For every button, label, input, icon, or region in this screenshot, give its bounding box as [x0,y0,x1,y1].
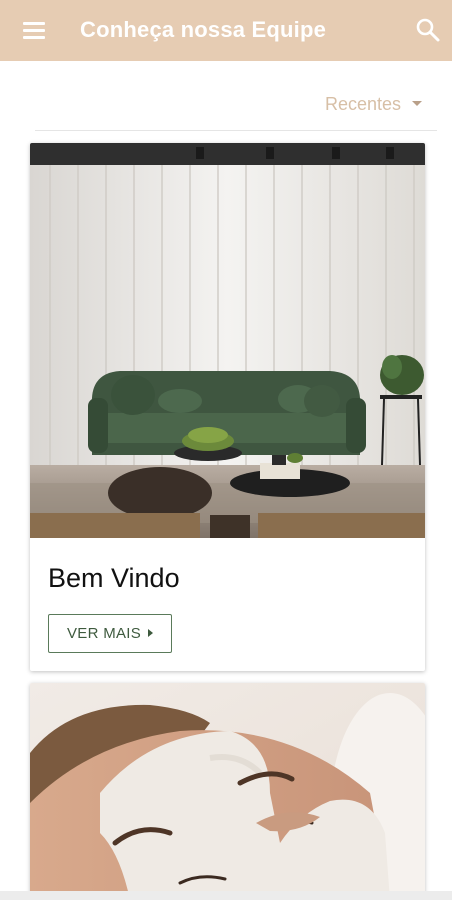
search-button[interactable] [414,16,442,44]
see-more-button[interactable]: VER MAIS [48,614,172,653]
sort-dropdown[interactable]: Recentes [318,93,428,117]
sort-label: Recentes [325,94,402,114]
app-bar: Conheça nossa Equipe [0,0,452,61]
divider [35,130,437,131]
post-card [30,683,425,900]
see-more-label: VER MAIS [67,625,142,642]
post-image[interactable] [30,143,425,538]
caret-right-icon [148,629,153,637]
bottom-edge [0,891,452,900]
page-title: Conheça nossa Equipe [80,17,327,42]
search-icon [416,18,440,42]
card-title: Bem Vindo [48,563,180,593]
menu-button[interactable] [20,18,50,44]
caret-down-icon [412,101,422,106]
post-image[interactable] [30,683,425,900]
post-card: Bem Vindo VER MAIS [30,143,425,671]
